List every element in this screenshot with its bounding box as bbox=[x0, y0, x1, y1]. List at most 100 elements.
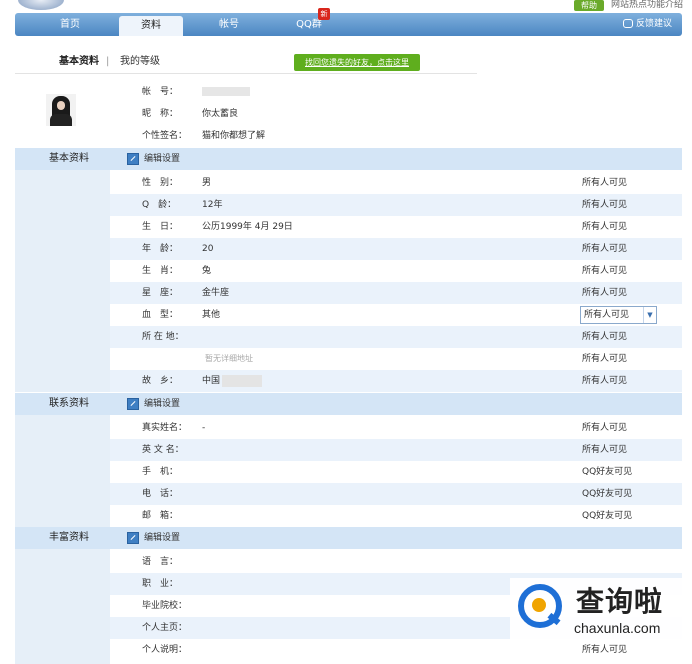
row-value: - bbox=[202, 423, 206, 433]
row-value: 20 bbox=[202, 244, 214, 254]
subtab-basic[interactable]: 基本资料 bbox=[59, 52, 99, 72]
row-label: 邮 箱： bbox=[142, 511, 179, 521]
table-row: 个人说明： 所有人可见 bbox=[110, 639, 682, 661]
row-visibility: 所有人可见 bbox=[582, 332, 628, 342]
row-value: 男 bbox=[202, 178, 212, 188]
section-title: 丰富资料 bbox=[49, 532, 89, 543]
visibility-select[interactable]: 所有人可见 ▼ bbox=[580, 306, 657, 324]
account-value bbox=[202, 81, 250, 103]
section-contact: 联系资料 编辑设置 真实姓名： - 所有人可见 英 文 名： 所有人可见 手 机： QQ… bbox=[15, 393, 682, 527]
tab-account[interactable]: 帐号 bbox=[197, 13, 261, 36]
new-badge: 新 bbox=[318, 8, 330, 20]
chevron-down-icon: ▼ bbox=[643, 307, 656, 323]
table-row: 暂无详细地址 所有人可见 bbox=[110, 348, 682, 370]
table-row: 星 座： 金牛座 所有人可见 bbox=[110, 282, 682, 304]
row-visibility: QQ好友可见 bbox=[582, 511, 633, 521]
table-row: 性 别： 男 所有人可见 bbox=[110, 172, 682, 194]
feature-intro-link[interactable]: 网站热点功能介绍 bbox=[611, 0, 683, 11]
row-label: 个人主页： bbox=[142, 623, 188, 633]
edit-icon bbox=[127, 152, 139, 165]
row-value: 中国 bbox=[202, 370, 263, 392]
tab-home[interactable]: 首页 bbox=[35, 13, 105, 36]
find-friends-button[interactable]: 找回您遗失的好友，点击这里 bbox=[294, 54, 420, 71]
row-label: 职 业： bbox=[142, 579, 179, 589]
redacted-block bbox=[202, 87, 250, 96]
row-label: 手 机： bbox=[142, 467, 179, 477]
row-visibility: 所有人可见 bbox=[582, 354, 628, 364]
row-label: 故 乡： bbox=[142, 376, 179, 386]
signature-label: 个性签名： bbox=[142, 131, 188, 141]
section-title: 基本资料 bbox=[49, 153, 89, 164]
edit-icon bbox=[127, 531, 139, 544]
nickname-label: 昵 称： bbox=[142, 109, 179, 119]
tab-qq-group[interactable]: QQ群 bbox=[277, 13, 341, 36]
row-visibility: 所有人可见 bbox=[582, 200, 628, 210]
row-visibility: QQ好友可见 bbox=[582, 489, 633, 499]
table-row: 生 日： 公历1999年 4月 29日 所有人可见 bbox=[110, 216, 682, 238]
tab-profile[interactable]: 资料 bbox=[119, 16, 183, 36]
section-side bbox=[15, 415, 110, 527]
row-label: 年 龄： bbox=[142, 244, 179, 254]
row-visibility: 所有人可见 bbox=[582, 222, 628, 232]
row-visibility: 所有人可见 bbox=[582, 288, 628, 298]
account-label: 帐 号： bbox=[142, 87, 179, 97]
row-label: 英 文 名： bbox=[142, 445, 184, 455]
redacted-block bbox=[222, 374, 263, 387]
table-row: 邮 箱： QQ好友可见 bbox=[110, 505, 682, 527]
section-side bbox=[15, 549, 110, 664]
signature-value: 猫和你都想了解 bbox=[202, 131, 266, 141]
divider bbox=[15, 73, 477, 74]
feedback-label: 反馈建议 bbox=[635, 19, 672, 29]
edit-settings-link[interactable]: 编辑设置 bbox=[127, 148, 180, 170]
row-label: 语 言： bbox=[142, 557, 179, 567]
main-nav: 首页 资料 帐号 QQ群 新 反馈建议 bbox=[15, 8, 682, 36]
row-visibility: QQ好友可见 bbox=[582, 467, 633, 477]
row-visibility: 所有人可见 bbox=[582, 266, 628, 276]
table-row: 真实姓名： - 所有人可见 bbox=[110, 417, 682, 439]
row-label: 星 座： bbox=[142, 288, 179, 298]
row-label: 性 别： bbox=[142, 178, 179, 188]
feedback-icon bbox=[622, 19, 633, 28]
row-visibility: 所有人可见 bbox=[582, 376, 628, 386]
row-label: 所 在 地： bbox=[142, 332, 184, 342]
row-value: 公历1999年 4月 29日 bbox=[202, 222, 293, 232]
row-label: 毕业院校： bbox=[142, 601, 188, 611]
row-label: 真实姓名： bbox=[142, 423, 188, 433]
section-header: 联系资料 编辑设置 bbox=[15, 393, 682, 415]
address-hint: 暂无详细地址 bbox=[205, 354, 253, 363]
table-row: 年 龄： 20 所有人可见 bbox=[110, 238, 682, 260]
edit-settings-link[interactable]: 编辑设置 bbox=[127, 393, 180, 415]
watermark-dot bbox=[532, 598, 546, 612]
row-visibility: 所有人可见 bbox=[582, 445, 628, 455]
table-row: Q 龄： 12年 所有人可见 bbox=[110, 194, 682, 216]
table-row: 所 在 地： 所有人可见 bbox=[110, 326, 682, 348]
row-visibility: 所有人可见 bbox=[582, 645, 628, 655]
table-row: 血 型： 其他 所有人可见 ▼ bbox=[110, 304, 682, 326]
section-basic: 基本资料 编辑设置 性 别：男所有人可见 Q 龄： 12年 所有人可见 生 日： 公历… bbox=[15, 148, 682, 392]
row-label: 个人说明： bbox=[142, 645, 188, 655]
help-button[interactable]: 帮助 bbox=[574, 0, 604, 11]
row-visibility: 所有人可见 bbox=[582, 178, 628, 188]
section-header: 丰富资料 编辑设置 bbox=[15, 527, 682, 549]
section-title: 联系资料 bbox=[49, 398, 89, 409]
watermark-url: chaxunla.com bbox=[574, 620, 661, 636]
table-row: 故 乡： 中国 所有人可见 bbox=[110, 370, 682, 392]
feedback-link[interactable]: 反馈建议 bbox=[622, 13, 672, 36]
subtab-separator: | bbox=[106, 56, 110, 67]
table-row: 英 文 名： 所有人可见 bbox=[110, 439, 682, 461]
row-label: Q 龄： bbox=[142, 200, 177, 210]
watermark-title: 查询啦 bbox=[576, 585, 664, 618]
watermark: 查询啦 chaxunla.com bbox=[510, 578, 686, 642]
row-label: 生 肖： bbox=[142, 266, 179, 276]
row-visibility: 所有人可见 bbox=[582, 423, 628, 433]
edit-settings-link[interactable]: 编辑设置 bbox=[127, 527, 180, 549]
edit-icon bbox=[127, 397, 139, 410]
row-value: 金牛座 bbox=[202, 288, 230, 298]
row-value: 其他 bbox=[202, 310, 221, 320]
subtab-level[interactable]: 我的等级 bbox=[120, 52, 160, 72]
table-row: 生 肖： 兔 所有人可见 bbox=[110, 260, 682, 282]
section-header: 基本资料 编辑设置 bbox=[15, 148, 682, 170]
table-row: 手 机： QQ好友可见 bbox=[110, 461, 682, 483]
row-value: 兔 bbox=[202, 266, 212, 276]
table-row: 语 言： bbox=[110, 551, 682, 573]
